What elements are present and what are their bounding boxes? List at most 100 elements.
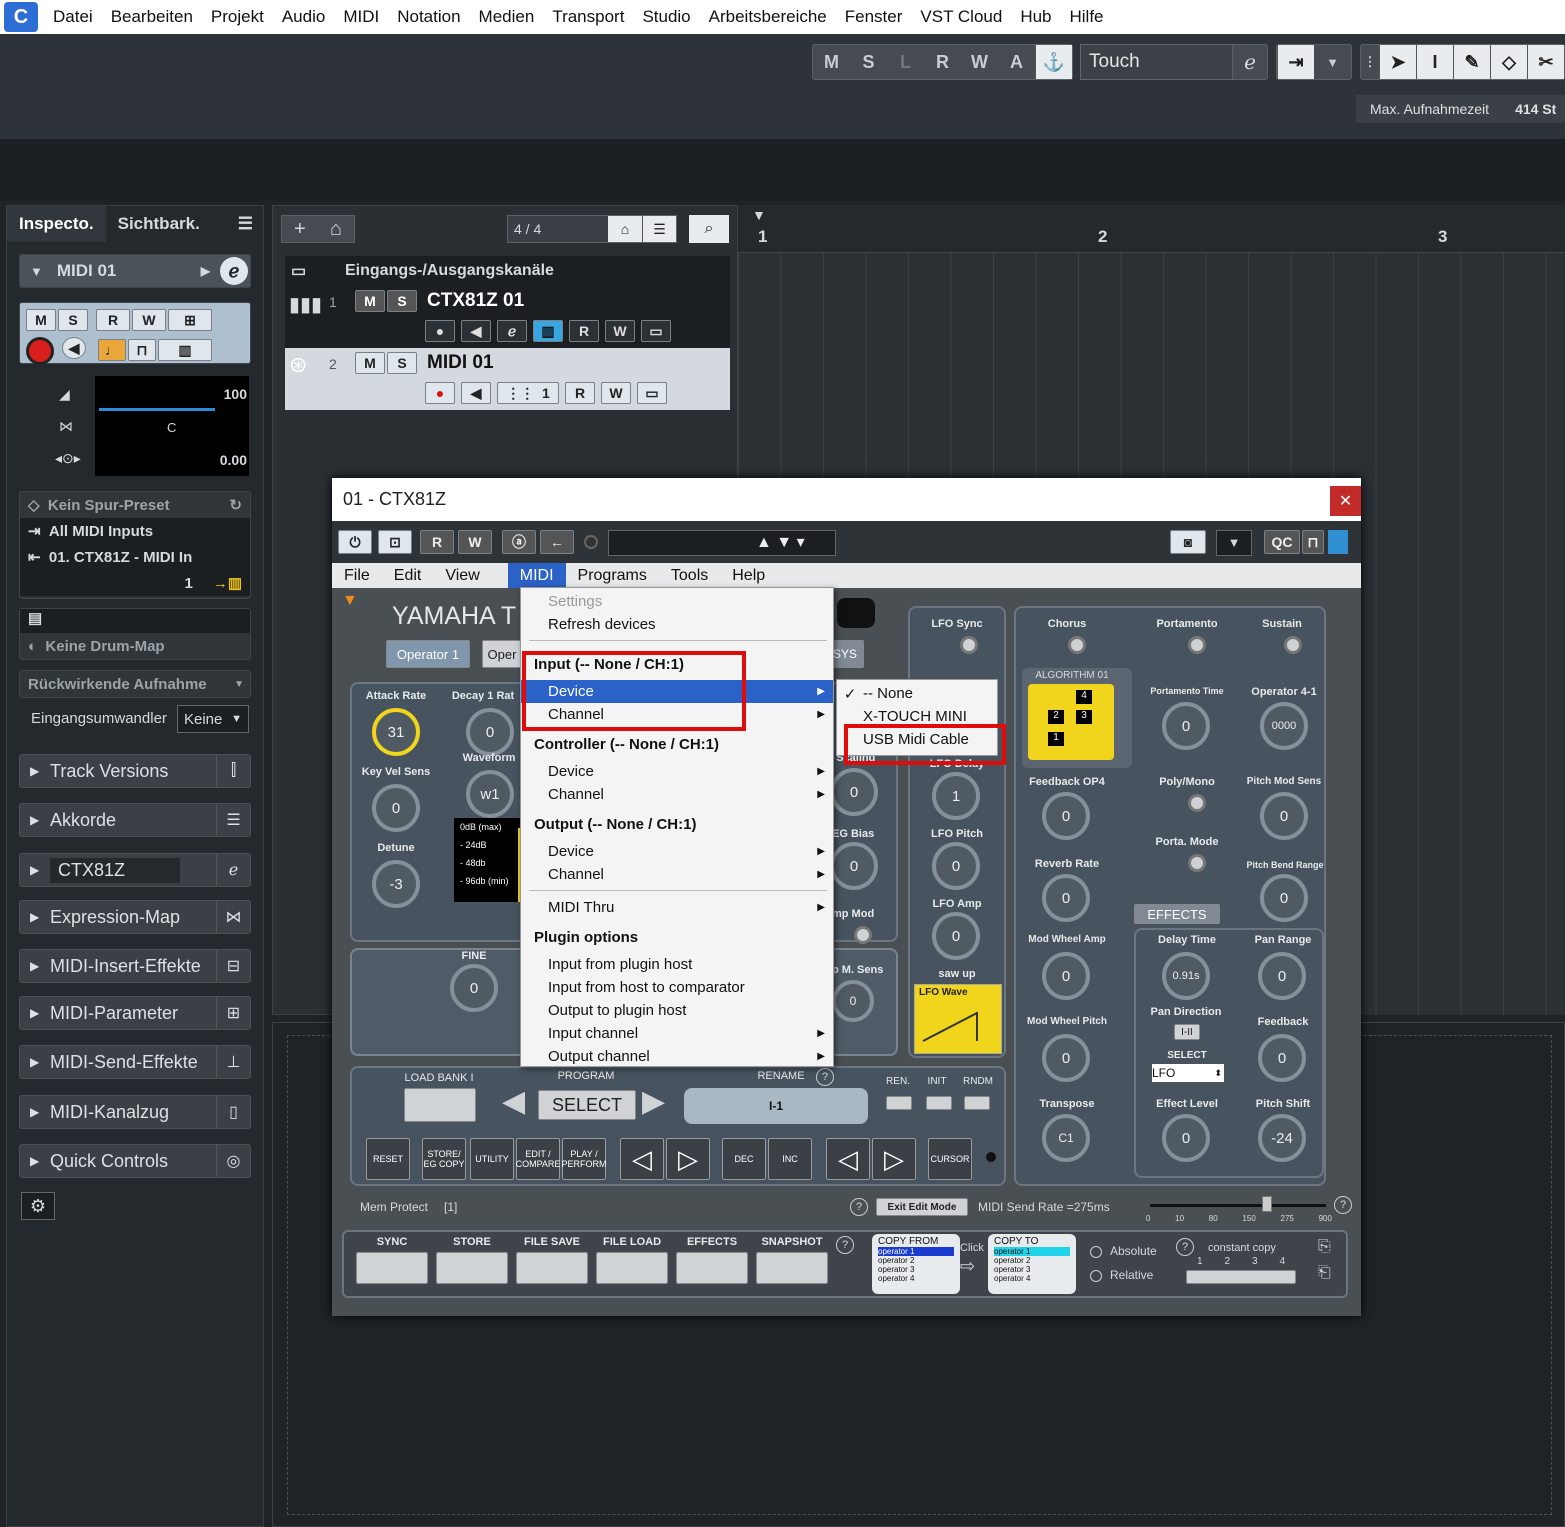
copy-to-op2[interactable]: operator 2 (994, 1256, 1070, 1265)
read-button[interactable]: R (96, 309, 130, 331)
section-midi-send[interactable]: ▶ MIDI-Send-Effekte ⊥ (19, 1045, 251, 1079)
porta-time-knob[interactable]: 0 (1162, 702, 1210, 750)
monitor-icon[interactable]: ◀ (62, 337, 86, 359)
menu-controller-device[interactable]: Device ▶ (521, 760, 833, 783)
snapshot-camera-icon[interactable]: ◙ (1170, 530, 1206, 554)
menu-midi-thru[interactable]: MIDI Thru ▶ (521, 896, 833, 919)
decay-rate-knob[interactable]: 0 (466, 708, 514, 756)
menu-controller-channel[interactable]: Channel ▶ (521, 783, 833, 806)
section-expression-map[interactable]: ▶ Expression-Map ⋈ (19, 900, 251, 934)
section-midi-parameter[interactable]: ▶ MIDI-Parameter ⊞ (19, 996, 251, 1030)
pitch-shift-knob[interactable]: -24 (1258, 1114, 1306, 1162)
send-rate-slider[interactable] (1150, 1204, 1326, 1207)
bypass-icon[interactable]: ⊡ (378, 530, 412, 554)
algorithm-panel[interactable]: ALGORITHM 01 4 2 3 1 (1022, 668, 1132, 768)
lfo-sync-toggle[interactable] (960, 636, 978, 654)
menu-vst-cloud[interactable]: VST Cloud (911, 7, 1011, 27)
copy-from-op3[interactable]: operator 3 (878, 1265, 954, 1274)
play-perform-button[interactable]: PLAY / PERFORM (562, 1138, 607, 1180)
sustain-toggle[interactable] (1284, 636, 1302, 654)
plugin-menu-file[interactable]: File (332, 563, 382, 588)
operator-41-knob[interactable]: 0000 (1260, 702, 1308, 750)
lfo-wave-display[interactable]: LFO Wave (914, 984, 1002, 1054)
lfo-pitch-knob[interactable]: 0 (932, 842, 980, 890)
section-quick-controls[interactable]: ▶ Quick Controls ◎ (19, 1144, 251, 1178)
copy-from-panel[interactable]: COPY FROM operator 1 operator 2 operator… (872, 1234, 960, 1294)
back-arrow-icon[interactable]: ← (540, 530, 574, 554)
menu-input-from-host[interactable]: Input from plugin host (521, 953, 833, 976)
menu-fenster[interactable]: Fenster (836, 7, 912, 27)
drum-map-row[interactable]: ◐ Keine Drum-Map (20, 633, 250, 659)
cubase-logo-icon[interactable]: C (4, 2, 38, 32)
chevron-down-icon[interactable]: ▼ (1216, 530, 1252, 556)
read-button[interactable]: R (565, 382, 595, 404)
copy-from-op1[interactable]: operator 1 (878, 1247, 954, 1256)
snap-icon[interactable]: ⇥ (1277, 45, 1314, 79)
pencil-tool-icon[interactable]: ✎ (1453, 45, 1490, 79)
refresh-icon[interactable]: ↻ (229, 496, 242, 514)
menu-bearbeiten[interactable]: Bearbeiten (102, 7, 202, 27)
mute-button[interactable]: M (26, 309, 56, 331)
section-midi-insert[interactable]: ▶ MIDI-Insert-Effekte ⊟ (19, 949, 251, 983)
store-eg-copy-button[interactable]: STORE/ EG COPY (422, 1138, 466, 1180)
tab-operator-2[interactable]: Oper (482, 640, 522, 668)
solo-button[interactable]: S (387, 290, 417, 312)
lane-icon[interactable]: ▭ (641, 320, 671, 342)
channel-arrow-icon[interactable]: →▥ (213, 574, 242, 592)
key-vel-sens-knob[interactable]: 0 (372, 784, 420, 832)
plugin-menu-tools[interactable]: Tools (659, 563, 720, 588)
program-prev-arrow-icon[interactable]: ◀ (502, 1084, 525, 1119)
store-button[interactable] (436, 1252, 508, 1284)
menu-arbeitsbereiche[interactable]: Arbeitsbereiche (700, 7, 836, 27)
inspector-track-header[interactable]: ▼ MIDI 01 ▶ ℯ (19, 254, 251, 288)
help-icon[interactable]: ? (1334, 1196, 1352, 1214)
cursor-button[interactable]: CURSOR (928, 1138, 972, 1180)
playhead-marker-icon[interactable]: ▼ (752, 207, 766, 223)
write-button[interactable]: W (132, 309, 166, 331)
chevron-down-icon[interactable]: ▼ (234, 679, 244, 690)
close-icon[interactable]: ✕ (1330, 486, 1361, 516)
menu-output-device[interactable]: Device ▶ (521, 840, 833, 863)
mute-all-button[interactable]: M (813, 45, 850, 79)
param-left-icon[interactable]: ◁ (826, 1138, 870, 1180)
rndm-button[interactable] (964, 1096, 990, 1110)
reverb-rate-knob[interactable]: 0 (1042, 874, 1090, 922)
lock-icon[interactable]: ⊓ (1302, 530, 1324, 554)
lfo-delay-knob[interactable]: 1 (932, 772, 980, 820)
write-button[interactable]: W (601, 382, 631, 404)
send-rate-slider-handle[interactable] (1262, 1196, 1272, 1212)
preset-up-down-icon[interactable]: ▲ ▼ ▾ (756, 532, 805, 552)
program-next-arrow-icon[interactable]: ▶ (642, 1084, 665, 1119)
copy-from-op2[interactable]: operator 2 (878, 1256, 954, 1265)
menu-hub[interactable]: Hub (1011, 7, 1060, 27)
lane-icon[interactable]: ▭ (637, 382, 667, 404)
menu-hilfe[interactable]: Hilfe (1061, 7, 1113, 27)
constant-copy-buttons[interactable] (1186, 1270, 1296, 1284)
track-name[interactable]: CTX81Z 01 (427, 290, 524, 312)
menu-studio[interactable]: Studio (633, 7, 699, 27)
copy-to-op3[interactable]: operator 3 (994, 1265, 1070, 1274)
midi-channel-row[interactable]: 1 →▥ (20, 570, 250, 596)
plugin-menu-view[interactable]: View (433, 563, 491, 588)
tab-operator-1[interactable]: Operator 1 (386, 640, 470, 668)
help-icon[interactable]: ? (816, 1068, 834, 1086)
plugin-menu-help[interactable]: Help (720, 563, 777, 588)
volume-pan-display[interactable]: 100 C 0.00 (95, 376, 249, 476)
automation-mode-icon[interactable]: ⚓ (1035, 45, 1072, 79)
menu-input-host-comparator[interactable]: Input from host to comparator (521, 976, 833, 999)
plugin-menu-programs[interactable]: Programs (566, 563, 659, 588)
plugin-titlebar[interactable]: 01 - CTX81Z (332, 478, 1361, 521)
track-name[interactable]: MIDI 01 (427, 352, 494, 374)
plugin-menu-midi[interactable]: MIDI (507, 563, 566, 588)
timebase-icon[interactable]: ♩ (98, 339, 126, 361)
mod-wheel-pitch-knob[interactable]: 0 (1042, 1034, 1090, 1082)
porta-mode-toggle[interactable] (1188, 854, 1206, 872)
chorus-toggle[interactable] (1068, 636, 1086, 654)
automation-a-button[interactable]: A (998, 45, 1035, 79)
sync-button[interactable] (356, 1252, 428, 1284)
range-tool-icon[interactable]: I (1416, 45, 1453, 79)
chevron-right-icon[interactable]: ▶ (201, 264, 210, 278)
read-all-button[interactable]: R (924, 45, 961, 79)
amp-mod-toggle[interactable] (854, 926, 872, 944)
read-button[interactable]: R (420, 530, 454, 554)
